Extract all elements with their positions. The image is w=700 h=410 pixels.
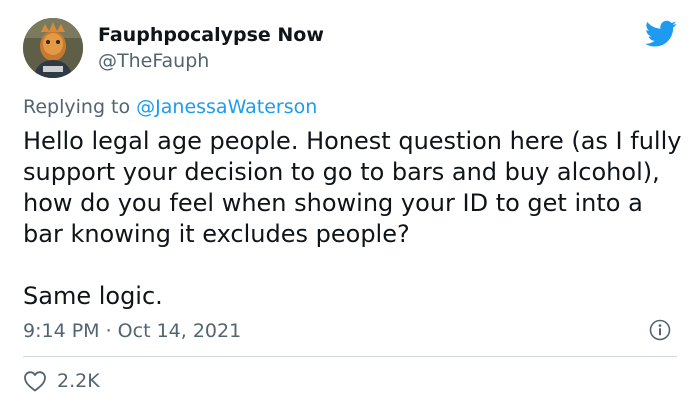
reply-prefix: Replying to [23,96,137,118]
heart-icon [24,371,46,392]
info-icon[interactable] [649,319,671,341]
tweet-timestamp[interactable]: 9:14 PM · Oct 14, 2021 [23,320,241,342]
author-handle[interactable]: @TheFauph [98,50,209,72]
avatar[interactable] [23,18,83,78]
twitter-bird-icon[interactable] [645,20,677,48]
divider [23,356,677,357]
reply-to-link[interactable]: @JanessaWaterson [136,96,317,118]
like-button[interactable]: 2.2K [23,370,100,392]
tweet-body-paragraph: Same logic. [23,282,163,310]
like-count: 2.2K [57,370,100,392]
tweet-body-paragraph: Hello legal age people. Honest question … [23,127,682,248]
avatar-image [23,18,83,78]
author-name[interactable]: Fauphpocalypse Now [98,24,324,46]
tweet-body: Hello legal age people. Honest question … [23,126,683,312]
reply-context: Replying to @JanessaWaterson [23,96,317,118]
